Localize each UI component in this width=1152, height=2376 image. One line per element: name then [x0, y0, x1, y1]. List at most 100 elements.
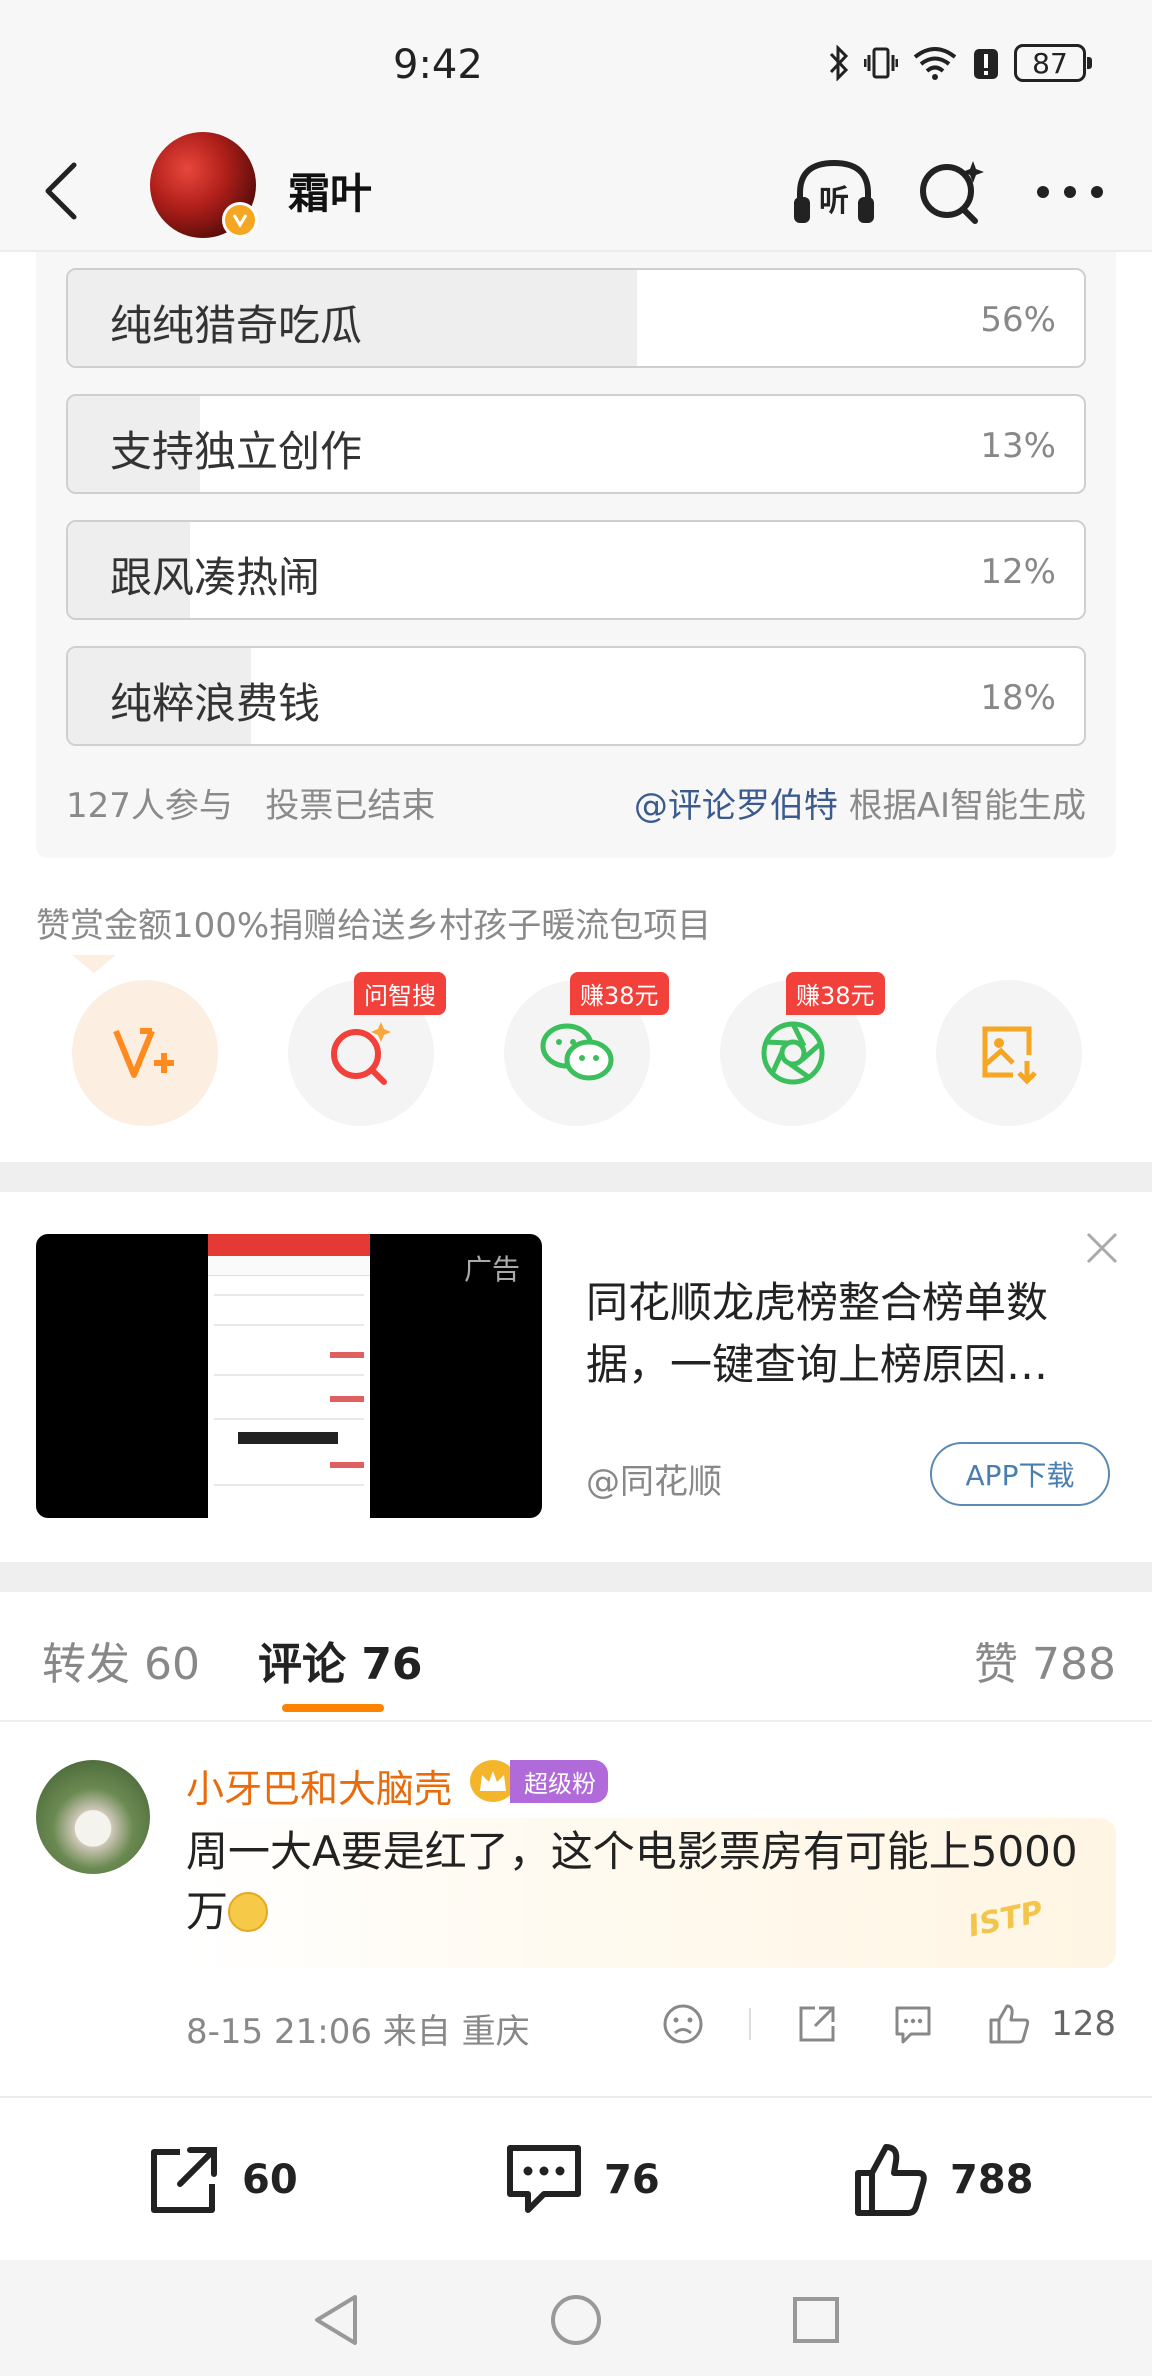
comment-like-button[interactable] [979, 1994, 1039, 2054]
poll-option[interactable]: 纯粹浪费钱 18% [66, 646, 1086, 746]
like-button[interactable]: 788 [852, 2138, 1034, 2222]
listen-button[interactable]: 听 [792, 150, 876, 234]
poll-option-label: 纯粹浪费钱 [110, 679, 321, 728]
poll-option-percent: 12% [980, 552, 1056, 592]
poll-participants: 127人参与 [66, 786, 233, 826]
comment-item: 小牙巴和大脑壳 超级粉 周一大A要是红了，这个电影票房有可能上5000万 IST… [0, 1722, 1152, 2096]
poll-attribution: @评论罗伯特 根据AI智能生成 [634, 778, 1086, 827]
nav-recents-button[interactable] [786, 2290, 846, 2350]
ai-search-share-button[interactable]: 问智搜 [288, 972, 446, 1126]
comment-count: 76 [604, 2157, 660, 2203]
poll: 纯纯猎奇吃瓜 56% 支持独立创作 13% 跟风凑热闹 12% 纯粹浪费钱 18… [36, 252, 1116, 858]
tab-active-indicator [282, 1704, 384, 1712]
ad-download-button[interactable]: APP下载 [930, 1442, 1110, 1506]
headphones-icon: 听 [794, 159, 874, 223]
thumbs-up-icon [855, 2144, 927, 2216]
comment-icon [507, 2145, 581, 2213]
comment-body: 周一大A要是红了，这个电影票房有可能上5000万 [186, 1827, 1078, 1936]
system-nav-bar [0, 2260, 1152, 2376]
triangle-back-icon [315, 2295, 357, 2345]
share-tag: 赚38元 [570, 972, 669, 1015]
tab-likes[interactable]: 赞 788 [974, 1628, 1116, 1692]
status-icons: 87 [828, 44, 1092, 82]
reply-button[interactable] [883, 1994, 943, 2054]
section-divider [0, 1162, 1152, 1192]
moments-share-button[interactable]: 赚38元 [720, 972, 885, 1126]
repost-count: 60 [242, 2157, 298, 2203]
divider [749, 2008, 752, 2040]
share-tag: 问智搜 [354, 972, 446, 1015]
status-bar: 9:42 87 [0, 0, 1152, 130]
comment-like-count: 128 [1051, 2004, 1116, 2044]
comment-text[interactable]: 周一大A要是红了，这个电影票房有可能上5000万 [186, 1822, 1086, 1942]
square-recents-icon [793, 2297, 839, 2343]
ad-source[interactable]: @同花顺 [586, 1454, 722, 1503]
battery-indicator: 87 [1014, 44, 1092, 82]
header: 霜叶 听 [0, 130, 1152, 252]
save-image-icon [982, 1026, 1037, 1085]
tab-comments[interactable]: 评论 76 [258, 1628, 423, 1692]
like-count: 788 [950, 2157, 1034, 2203]
share-icon [151, 2147, 217, 2213]
poll-option[interactable]: 纯纯猎奇吃瓜 56% [66, 268, 1086, 368]
more-icon [1037, 186, 1103, 198]
verified-badge-icon [222, 202, 258, 238]
poll-option[interactable]: 跟风凑热闹 12% [66, 520, 1086, 620]
poll-option-label: 跟风凑热闹 [110, 553, 321, 602]
close-icon[interactable] [1082, 1228, 1122, 1268]
tab-bar: 转发 60 评论 76 赞 788 [0, 1592, 1152, 1722]
poll-option-percent: 13% [980, 426, 1056, 466]
more-button[interactable] [1028, 150, 1112, 234]
reward-button[interactable] [72, 980, 218, 1126]
poll-option[interactable]: 支持独立创作 13% [66, 394, 1086, 494]
share-row: 问智搜 赚38元 赚38元 [0, 972, 1152, 1130]
nav-home-button[interactable] [546, 2290, 606, 2350]
back-button[interactable] [36, 156, 88, 226]
v-plus-icon [113, 1028, 174, 1078]
tab-repost[interactable]: 转发 60 [42, 1628, 200, 1692]
poll-option-percent: 56% [980, 300, 1056, 340]
repost-button[interactable]: 60 [146, 2138, 298, 2222]
fan-badge[interactable]: 超级粉 [470, 1759, 608, 1803]
poll-footer: 127人参与 投票已结束 @评论罗伯特 根据AI智能生成 [66, 778, 1086, 827]
ad-title[interactable]: 同花顺龙虎榜整合榜单数据，一键查询上榜原因… [586, 1272, 1106, 1396]
commenter-avatar[interactable] [36, 1760, 150, 1874]
share-icon [799, 2006, 835, 2042]
poll-status: 投票已结束 [265, 786, 436, 826]
comment-meta: 8-15 21:06 来自 重庆 [186, 2012, 530, 2052]
comment-button[interactable]: 76 [504, 2138, 660, 2222]
ai-search-icon [920, 161, 984, 224]
ad-card[interactable]: 广告 同花顺龙虎榜整合榜单数据，一键查询上榜原因… @同花顺 APP下载 [0, 1192, 1152, 1562]
svg-text:听: 听 [819, 184, 849, 219]
tooltip-notch [72, 955, 116, 973]
commenter-name[interactable]: 小牙巴和大脑壳 [186, 1758, 452, 1813]
poll-option-label: 支持独立创作 [110, 427, 363, 476]
wechat-icon [540, 1023, 614, 1081]
search-button[interactable] [910, 150, 994, 234]
bluetooth-icon [829, 45, 849, 81]
comment-icon [895, 2006, 931, 2044]
smile-emoji-icon [228, 1892, 269, 1932]
comment-share-button[interactable] [787, 1994, 847, 2054]
nav-back-button[interactable] [306, 2290, 366, 2350]
circle-home-icon [551, 2295, 601, 2345]
ad-video-thumbnail[interactable]: 广告 [36, 1234, 542, 1518]
share-tag: 赚38元 [786, 972, 885, 1015]
donation-note[interactable]: 赞赏金额100%捐赠给送乡村孩子暖流包项目 [36, 898, 711, 947]
vibrate-icon [864, 47, 898, 79]
attribution-text: 根据AI智能生成 [837, 786, 1086, 826]
section-divider [0, 1562, 1152, 1592]
thumbs-up-icon [989, 2004, 1030, 2044]
page-title[interactable]: 霜叶 [288, 160, 372, 221]
dislike-button[interactable] [653, 1994, 713, 2054]
poll-option-label: 纯纯猎奇吃瓜 [110, 301, 363, 350]
poll-option-percent: 18% [980, 678, 1056, 718]
chevron-left-icon [45, 162, 77, 220]
wechat-share-button[interactable]: 赚38元 [504, 972, 669, 1126]
ai-search-icon [331, 1022, 391, 1085]
ad-phone-screenshot [208, 1234, 370, 1518]
save-image-button[interactable] [936, 980, 1082, 1126]
mention-link[interactable]: @评论罗伯特 [634, 786, 838, 826]
bottom-action-bar: 60 76 788 [0, 2096, 1152, 2260]
status-time: 9:42 [393, 42, 483, 88]
